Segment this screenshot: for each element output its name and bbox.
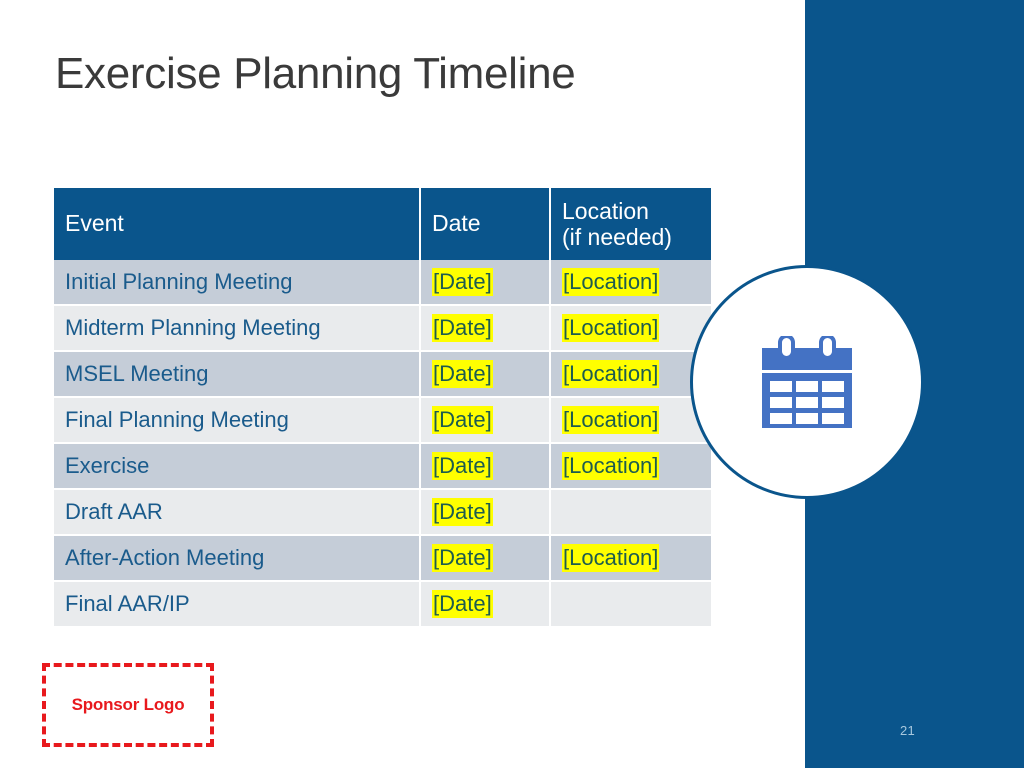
table-header-row: Event Date Location (if needed) (54, 188, 711, 260)
cell-date: [Date] (420, 581, 551, 628)
location-placeholder-highlight: [Location] (562, 360, 660, 388)
location-placeholder-highlight: [Location] (562, 544, 660, 572)
cell-location: [Location] (550, 443, 711, 490)
cell-location: [Location] (550, 305, 711, 352)
cell-location (550, 489, 711, 536)
table-header: Event Date Location (if needed) (54, 188, 711, 260)
table-row: After-Action Meeting [Date] [Location] (54, 535, 711, 582)
cell-event: Midterm Planning Meeting (54, 305, 421, 352)
table-row: Final Planning Meeting [Date] [Location] (54, 397, 711, 444)
cell-date: [Date] (420, 535, 551, 582)
cell-date: [Date] (420, 305, 551, 352)
column-header-location-line2: (if needed) (562, 224, 672, 250)
sponsor-logo-label: Sponsor Logo (71, 695, 185, 714)
column-header-location: Location (if needed) (550, 188, 711, 260)
page-number: 21 (900, 723, 916, 738)
calendar-badge-circle (690, 265, 924, 499)
cell-location: [Location] (550, 535, 711, 582)
cell-location: [Location] (550, 260, 711, 306)
page-title: Exercise Planning Timeline (55, 49, 576, 98)
table-row: MSEL Meeting [Date] [Location] (54, 351, 711, 398)
location-placeholder-highlight: [Location] (562, 452, 660, 480)
exercise-planning-timeline-table: Event Date Location (if needed) Initial … (54, 188, 711, 628)
slide-canvas: 21 Exercise Planning Timeline Event Date… (0, 0, 1024, 768)
cell-date: [Date] (420, 351, 551, 398)
table-row: Midterm Planning Meeting [Date] [Location] (54, 305, 711, 352)
location-placeholder-highlight: [Location] (562, 314, 660, 342)
cell-event: After-Action Meeting (54, 535, 421, 582)
cell-event: MSEL Meeting (54, 351, 421, 398)
table-row: Exercise [Date] [Location] (54, 443, 711, 490)
date-placeholder-highlight: [Date] (432, 498, 493, 526)
date-placeholder-highlight: [Date] (432, 452, 493, 480)
table-row: Initial Planning Meeting [Date] [Location] (54, 260, 711, 306)
date-placeholder-highlight: [Date] (432, 406, 493, 434)
table-body: Initial Planning Meeting [Date] [Location]… (54, 260, 711, 628)
cell-event: Final AAR/IP (54, 581, 421, 628)
column-header-event: Event (54, 188, 421, 260)
cell-event: Final Planning Meeting (54, 397, 421, 444)
column-header-location-line1: Location (562, 198, 649, 225)
date-placeholder-highlight: [Date] (432, 544, 493, 572)
location-placeholder-highlight: [Location] (562, 406, 660, 434)
cell-location (550, 581, 711, 628)
cell-location: [Location] (550, 397, 711, 444)
table-row: Draft AAR [Date] (54, 489, 711, 536)
sponsor-logo-placeholder: Sponsor Logo (42, 663, 214, 747)
date-placeholder-highlight: [Date] (432, 590, 493, 618)
cell-event: Initial Planning Meeting (54, 260, 421, 306)
column-header-date: Date (420, 188, 551, 260)
calendar-icon (762, 336, 852, 428)
cell-event: Exercise (54, 443, 421, 490)
cell-date: [Date] (420, 397, 551, 444)
date-placeholder-highlight: [Date] (432, 268, 493, 296)
date-placeholder-highlight: [Date] (432, 314, 493, 342)
cell-event: Draft AAR (54, 489, 421, 536)
cell-date: [Date] (420, 260, 551, 306)
location-placeholder-highlight: [Location] (562, 268, 660, 296)
table-row: Final AAR/IP [Date] (54, 581, 711, 628)
cell-location: [Location] (550, 351, 711, 398)
date-placeholder-highlight: [Date] (432, 360, 493, 388)
cell-date: [Date] (420, 443, 551, 490)
cell-date: [Date] (420, 489, 551, 536)
